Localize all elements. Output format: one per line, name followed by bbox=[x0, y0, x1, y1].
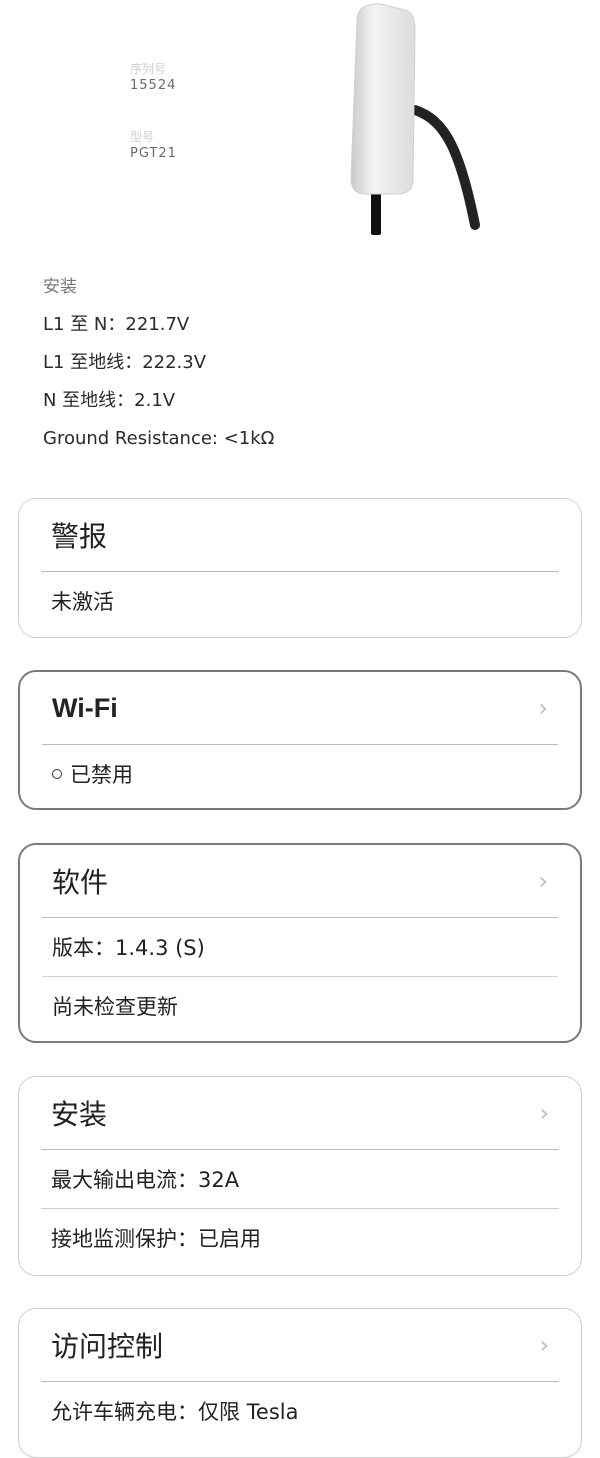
serial-number-label: 序列号 bbox=[130, 62, 167, 76]
install-card[interactable]: 安装 › 最大输出电流：32A 接地监测保护：已启用 bbox=[18, 1076, 582, 1276]
chevron-right-icon: › bbox=[539, 1331, 549, 1359]
wifi-card-header[interactable]: Wi-Fi › bbox=[42, 672, 558, 745]
serial-number-value: 15524 bbox=[130, 78, 177, 93]
reading-n-ground: N 至地线：2.1V bbox=[43, 390, 176, 411]
wifi-card-title: Wi-Fi bbox=[52, 692, 118, 723]
model-number-value: PGT21 bbox=[130, 146, 177, 161]
software-update-row: 尚未检查更新 bbox=[52, 995, 178, 1019]
model-number-block: 型号 PGT21 bbox=[130, 128, 177, 161]
chevron-right-icon: › bbox=[538, 867, 548, 895]
installation-readings: 安装 L1 至 N：221.7V L1 至地线：222.3V N 至地线：2.1… bbox=[43, 268, 563, 458]
reading-l1-ground: L1 至地线：222.3V bbox=[43, 352, 207, 373]
serial-number-block: 序列号 15524 bbox=[130, 60, 176, 93]
device-hero: 序列号 15524 型号 PGT21 bbox=[0, 0, 600, 250]
alerts-card: 警报 未激活 bbox=[18, 498, 582, 638]
model-number-label: 型号 bbox=[130, 130, 155, 144]
access-control-card-title: 访问控制 bbox=[51, 1330, 164, 1363]
alerts-status-row: 未激活 bbox=[51, 590, 114, 614]
wifi-status-text: 已禁用 bbox=[70, 763, 133, 787]
software-card-title: 软件 bbox=[52, 866, 109, 899]
reading-l1-n: L1 至 N：221.7V bbox=[43, 314, 190, 335]
access-control-card-header[interactable]: 访问控制 › bbox=[41, 1309, 559, 1382]
install-card-title: 安装 bbox=[51, 1098, 108, 1131]
chevron-right-icon: › bbox=[539, 1099, 549, 1127]
alerts-card-title: 警报 bbox=[51, 520, 108, 553]
installation-readings-title: 安装 bbox=[43, 277, 77, 297]
wall-connector-image bbox=[350, 3, 480, 235]
install-card-header[interactable]: 安装 › bbox=[41, 1077, 559, 1150]
ground-monitoring-row: 接地监测保护：已启用 bbox=[51, 1227, 261, 1251]
max-current-row: 最大输出电流：32A bbox=[41, 1150, 559, 1209]
vehicle-charging-row: 允许车辆充电：仅限 Tesla bbox=[51, 1400, 299, 1424]
software-version-row: 版本：1.4.3 (S) bbox=[42, 918, 558, 977]
software-card[interactable]: 软件 › 版本：1.4.3 (S) 尚未检查更新 bbox=[18, 843, 582, 1043]
reading-ground-resistance: Ground Resistance: <1kΩ bbox=[43, 428, 275, 449]
software-card-header[interactable]: 软件 › bbox=[42, 845, 558, 918]
wifi-status-row: 已禁用 bbox=[42, 745, 558, 803]
status-circle-icon bbox=[52, 769, 62, 779]
alerts-card-header: 警报 bbox=[41, 499, 559, 572]
access-control-card[interactable]: 访问控制 › 允许车辆充电：仅限 Tesla bbox=[18, 1308, 582, 1458]
chevron-right-icon: › bbox=[538, 694, 548, 722]
wifi-card[interactable]: Wi-Fi › 已禁用 bbox=[18, 670, 582, 810]
